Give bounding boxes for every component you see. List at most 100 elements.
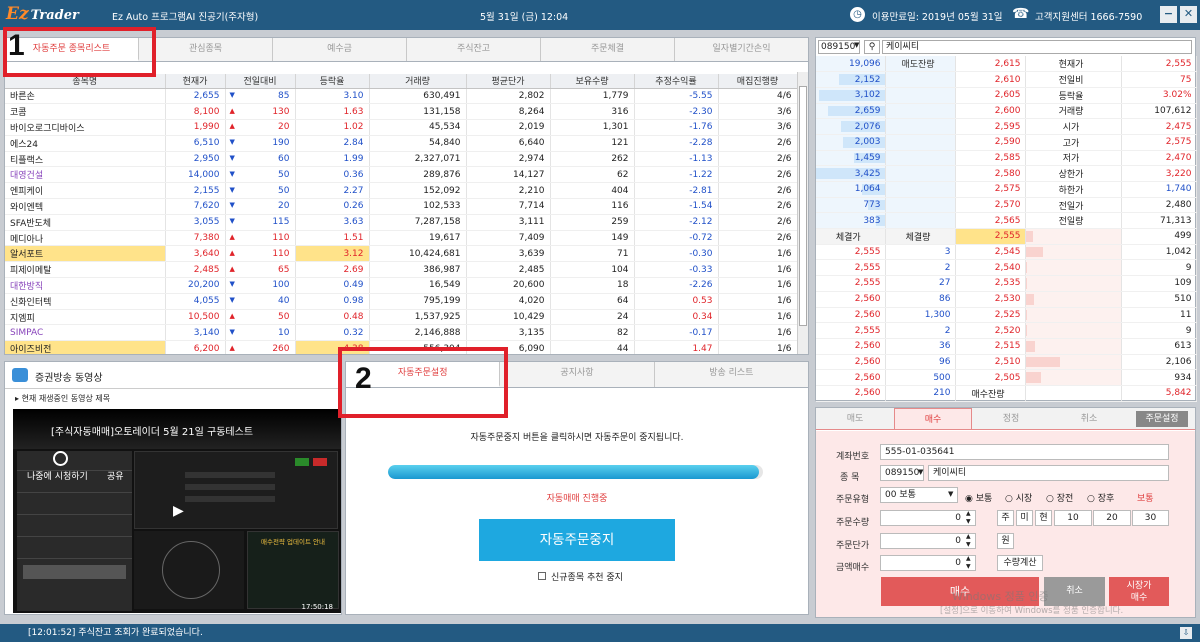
table-row[interactable]: 신화인터텍 4,055 ▼ 40 0.98 795,199 4,020 64 0.53 1/6 xyxy=(5,293,797,310)
table-row[interactable]: 엔피케이 2,155 ▼ 50 2.27 152,092 2,210 404 -2.81 2/6 xyxy=(5,182,797,200)
tab-broadcast-list[interactable]: 방송 리스트 xyxy=(655,362,808,387)
cancel-order-button[interactable]: 취소 xyxy=(1044,577,1105,606)
qty-current-button[interactable]: 현 xyxy=(1035,510,1052,526)
video-player[interactable]: [주식자동매매]오토레이더 5월 21일 구동테스트 나중에 시청하기 공유 ▶… xyxy=(13,409,341,613)
table-row[interactable]: 와이엔텍 7,620 ▼ 20 0.26 102,533 7,714 116 -1.54 2/6 xyxy=(5,198,797,215)
tick-row[interactable]: 2,560 210 매수잔량 5,842 xyxy=(816,385,1197,402)
bid-price[interactable]: 2,510 xyxy=(955,354,1026,371)
table-row[interactable]: 알서포트 3,640 ▲ 110 3.12 10,424,681 3,639 71 -0.30 1… xyxy=(5,245,797,263)
amount-input[interactable]: 0 xyxy=(880,555,976,571)
column-header[interactable]: 등락율 xyxy=(295,74,370,89)
tab-notices[interactable]: 공지사항 xyxy=(500,362,655,387)
table-row[interactable]: 메디아나 7,380 ▲ 110 1.51 19,617 7,409 149 -0.72 2/6 xyxy=(5,230,797,247)
order-type-select[interactable]: 00 보통 xyxy=(880,487,958,503)
ask-price[interactable]: 2,565 xyxy=(955,212,1026,230)
table-row[interactable]: 코콤 8,100 ▲ 130 1.63 131,158 8,264 316 -2.30 3/6 xyxy=(5,103,797,121)
code-dropdown-icon[interactable]: ▼ xyxy=(854,41,859,49)
watch-later-icon[interactable] xyxy=(53,451,68,466)
radio-normal[interactable]: ◉ 보통 xyxy=(965,491,992,504)
ask-row[interactable]: 2,076 2,595 시가 2,475 xyxy=(816,118,1197,135)
current-bid-price[interactable]: 2,555 xyxy=(955,228,1026,245)
price-spinner[interactable]: ▲ ▼ xyxy=(966,533,971,549)
table-row[interactable]: SFA반도체 3,055 ▼ 115 3.63 7,287,158 3,111 259 -2.1… xyxy=(5,214,797,231)
no-new-stock-checkbox[interactable] xyxy=(538,572,546,580)
qty-spinner[interactable]: ▲ ▼ xyxy=(966,510,971,526)
tab-balance[interactable]: 주식잔고 xyxy=(407,38,541,61)
ask-row[interactable]: 2,659 2,600 거래량 107,612 xyxy=(816,103,1197,120)
ask-row[interactable]: 19,096 매도잔량 2,615 현재가 2,555 xyxy=(816,56,1197,73)
ask-row[interactable]: 3,102 2,605 등락율 3.02% xyxy=(816,87,1197,104)
table-row[interactable]: 티플랙스 2,950 ▼ 60 1.99 2,327,071 2,974 262 -1.13 2/… xyxy=(5,151,797,168)
radio-market[interactable]: ○ 시장 xyxy=(1005,491,1032,504)
account-field[interactable]: 555-01-035641 xyxy=(880,444,1169,460)
calc-qty-button[interactable]: 수량계산 xyxy=(997,555,1043,571)
bid-price[interactable]: 2,530 xyxy=(955,291,1026,308)
share-button[interactable]: 공유 xyxy=(107,469,124,482)
qty-preset-30[interactable]: 30 xyxy=(1132,510,1169,526)
tick-row[interactable]: 2,555 3 2,545 1,042 xyxy=(816,244,1197,261)
tab-daily-pl[interactable]: 일자별기간손익 xyxy=(675,38,808,61)
bid-price[interactable]: 2,520 xyxy=(955,322,1026,339)
qty-preset-20[interactable]: 20 xyxy=(1093,510,1131,526)
amount-spinner[interactable]: ▲ ▼ xyxy=(966,555,971,571)
table-row[interactable]: 바른손 2,655 ▼ 85 3.10 630,491 2,802 1,779 -5.55 4/6 xyxy=(5,88,797,105)
watch-later-button[interactable]: 나중에 시청하기 xyxy=(27,469,88,482)
tick-row[interactable]: 2,555 27 2,535 109 xyxy=(816,275,1197,292)
bid-price[interactable]: 2,525 xyxy=(955,307,1026,324)
tick-row[interactable]: 2,560 1,300 2,525 11 xyxy=(816,307,1197,324)
tick-row[interactable]: 2,560 96 2,510 2,106 xyxy=(816,354,1197,371)
play-icon[interactable]: ▶ xyxy=(173,503,184,519)
tab-deposit[interactable]: 예수금 xyxy=(273,38,407,61)
column-header[interactable]: 현재가 xyxy=(165,74,226,89)
column-header[interactable]: 평균단가 xyxy=(466,74,551,89)
scroll-thumb[interactable] xyxy=(799,86,807,326)
tick-row[interactable]: 2,560 36 2,515 613 xyxy=(816,338,1197,355)
column-header[interactable]: 추정수익률 xyxy=(634,74,719,89)
ask-row[interactable]: 2,003 2,590 고가 2,575 xyxy=(816,134,1197,151)
download-icon[interactable]: ⇩ xyxy=(1180,627,1192,639)
close-button[interactable]: ✕ xyxy=(1180,6,1197,23)
column-header[interactable]: 거래량 xyxy=(369,74,467,89)
radio-preopen[interactable]: ○ 장전 xyxy=(1046,491,1073,504)
market-buy-button[interactable]: 시장가 매수 xyxy=(1109,577,1169,606)
table-row[interactable]: 피제이메탈 2,485 ▲ 65 2.69 386,987 2,485 104 -0.33 1/6 xyxy=(5,261,797,279)
order-settings-button[interactable]: 주문설정 xyxy=(1136,411,1188,427)
search-icon[interactable]: ⚲ xyxy=(864,40,880,54)
ask-price[interactable]: 2,575 xyxy=(955,181,1026,198)
tick-row[interactable]: 2,560 500 2,505 934 xyxy=(816,369,1197,386)
ask-price[interactable]: 2,605 xyxy=(955,87,1026,104)
order-code-dropdown-icon[interactable]: ▼ xyxy=(918,468,923,476)
ask-price[interactable]: 2,610 xyxy=(955,71,1026,88)
column-header[interactable]: 매집진행량 xyxy=(718,74,797,89)
ask-price[interactable]: 2,595 xyxy=(955,118,1026,135)
ask-price[interactable]: 2,615 xyxy=(955,56,1026,73)
column-header[interactable]: 보유수량 xyxy=(550,74,635,89)
ask-price[interactable]: 2,590 xyxy=(955,134,1026,151)
bid-price[interactable]: 2,540 xyxy=(955,259,1026,277)
ask-row[interactable]: 1,459 2,585 저가 2,470 xyxy=(816,150,1197,167)
tab-buy[interactable]: 매수 xyxy=(894,408,972,429)
minimize-button[interactable]: − xyxy=(1160,6,1177,23)
bid-price[interactable]: 2,515 xyxy=(955,338,1026,355)
bid-price[interactable]: 2,505 xyxy=(955,369,1026,386)
stock-list-scrollbar[interactable] xyxy=(797,72,808,354)
table-row[interactable]: 지엠피 10,500 ▲ 50 0.48 1,537,925 10,429 24 0.34 1/6 xyxy=(5,309,797,326)
qty-unfilled-button[interactable]: 미 xyxy=(1016,510,1033,526)
ask-price[interactable]: 2,600 xyxy=(955,103,1026,120)
qty-unit-button[interactable]: 주 xyxy=(997,510,1014,526)
ask-row[interactable]: 773 2,570 전일가 2,480 xyxy=(816,197,1197,214)
ask-price[interactable]: 2,570 xyxy=(955,197,1026,214)
tick-row[interactable]: 2,555 2 2,540 9 xyxy=(816,259,1197,277)
table-row[interactable]: 대한방직 20,200 ▼ 100 0.49 16,549 20,600 18 -2.26 1/6 xyxy=(5,277,797,294)
ask-row[interactable]: 2,152 2,610 전일비 75 xyxy=(816,71,1197,88)
bid-price[interactable]: 2,545 xyxy=(955,244,1026,261)
table-row[interactable]: SIMPAC 3,140 ▼ 10 0.32 2,146,888 3,135 82 -0.17 1… xyxy=(5,324,797,342)
table-row[interactable]: 바이오로그디바이스 1,990 ▲ 20 1.02 45,534 2,019 1,301 -1.… xyxy=(5,119,797,136)
no-new-stock-option[interactable]: 신규종목 추천 중지 xyxy=(538,570,623,583)
bid-price[interactable]: 2,535 xyxy=(955,275,1026,292)
stop-auto-order-button[interactable]: 자동주문중지 xyxy=(479,519,675,561)
table-row[interactable]: 대영건설 14,000 ▼ 50 0.36 289,876 14,127 62 -1.22 2/6 xyxy=(5,166,797,184)
tab-modify[interactable]: 정정 xyxy=(972,408,1050,429)
radio-afterhours[interactable]: ○ 장후 xyxy=(1087,491,1114,504)
qty-input[interactable]: 0 xyxy=(880,510,976,526)
